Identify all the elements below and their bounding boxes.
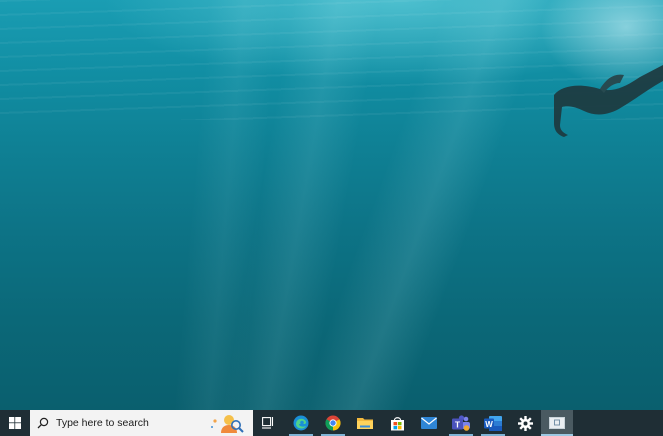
search-placeholder: Type here to search [56,417,149,429]
file-explorer-icon [357,418,373,429]
taskbar-chrome[interactable] [317,410,349,436]
window-icon [549,417,565,429]
taskbar-teams[interactable]: T [445,410,477,436]
search-highlight-icon[interactable] [209,413,245,433]
task-view-icon [262,417,274,429]
search-icon [37,417,49,429]
windows-logo-icon [9,417,21,429]
svg-text:W: W [485,419,493,428]
start-button[interactable] [0,410,30,436]
store-icon [390,416,404,430]
taskbar-settings[interactable] [509,410,541,436]
chrome-icon [325,415,341,431]
search-box[interactable]: Type here to search [30,410,253,436]
mail-icon [421,417,437,429]
svg-text:T: T [455,419,461,429]
taskbar: Type here to search T W [0,410,663,436]
desktop-wallpaper [0,0,663,410]
taskbar-word[interactable]: W [477,410,509,436]
taskbar-task-view[interactable] [253,410,285,436]
taskbar-mail[interactable] [413,410,445,436]
taskbar-store[interactable] [381,410,413,436]
taskbar-edge[interactable] [285,410,317,436]
teams-icon: T [452,415,470,431]
swimmer-figure [554,65,663,137]
word-icon: W [484,415,502,431]
taskbar-file-explorer[interactable] [349,410,381,436]
taskbar-active-window[interactable] [541,410,573,436]
gear-icon [517,415,533,431]
edge-icon [293,415,309,431]
